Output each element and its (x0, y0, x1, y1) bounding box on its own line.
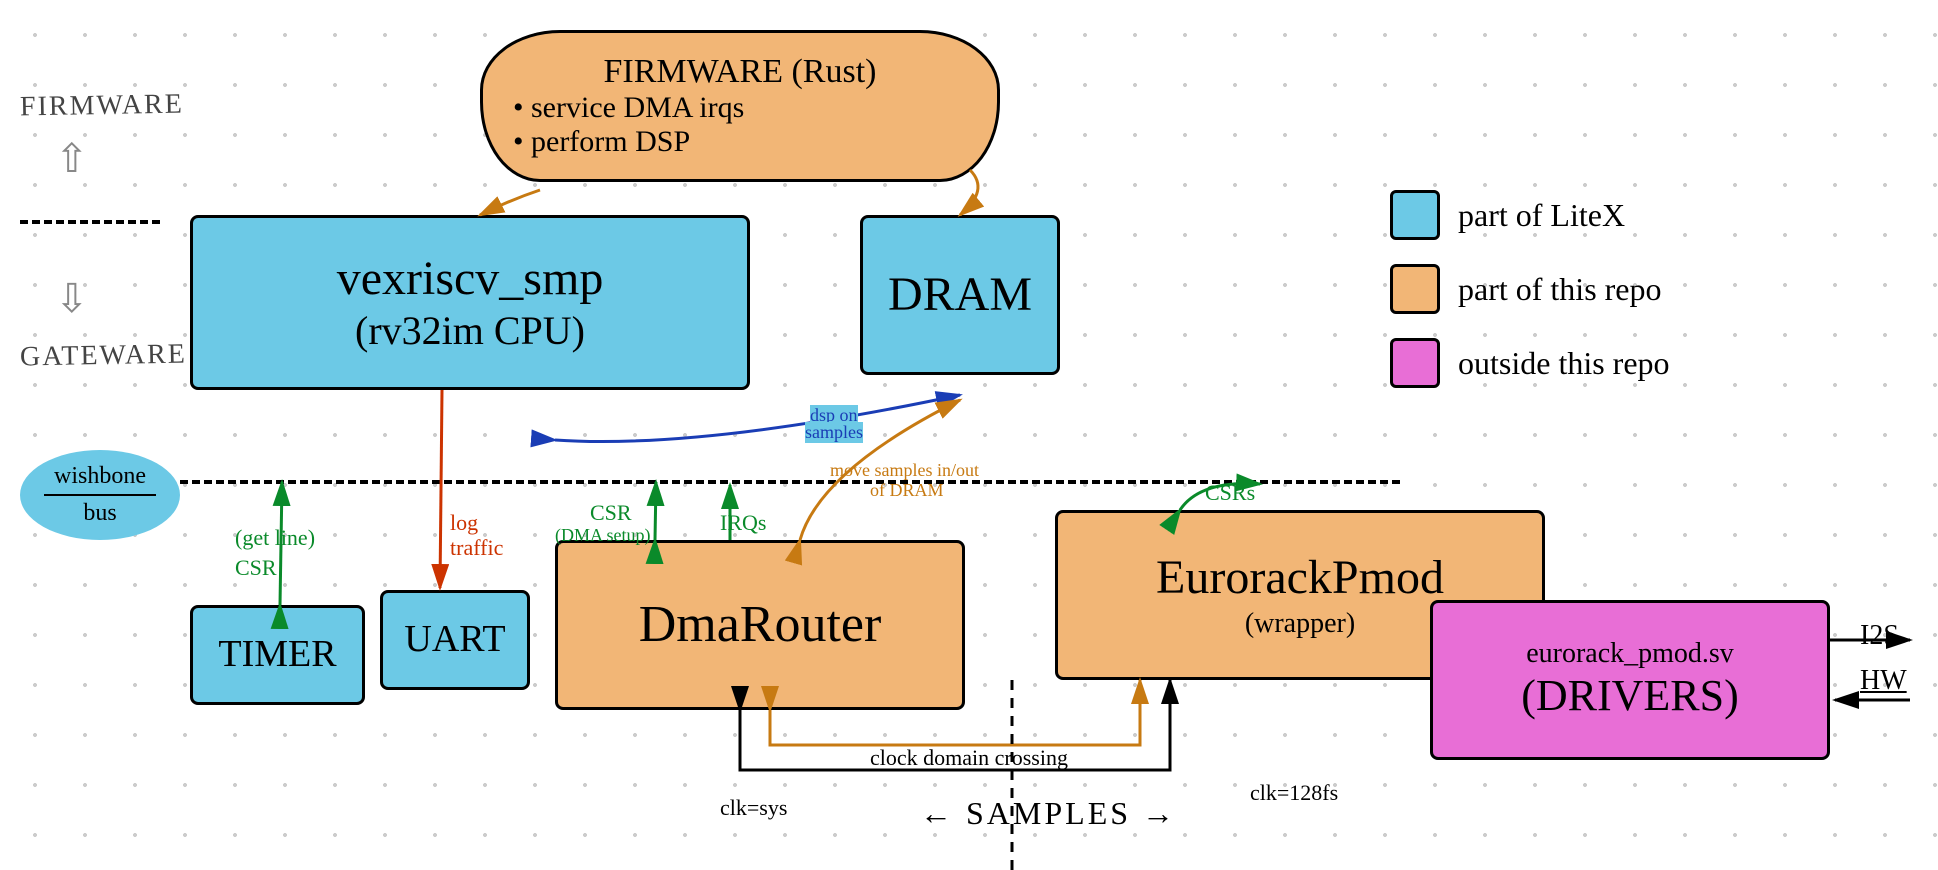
anno-csr-timer: CSR (235, 555, 277, 581)
legend-row-outside: outside this repo (1390, 338, 1670, 388)
legend: part of LiteX part of this repo outside … (1390, 190, 1670, 412)
box-timer: TIMER (190, 605, 365, 705)
anno-clk-sys: clk=sys (720, 795, 787, 821)
anno-log-traffic-1: log (450, 510, 478, 536)
wishbone-bus-label: wishbone bus (20, 450, 180, 540)
anno-irqs: IRQs (720, 510, 766, 536)
legend-swatch-magenta (1390, 338, 1440, 388)
anno-hw: HW (1860, 665, 1907, 697)
anno-csr-dma-2: (DMA setup) (555, 525, 651, 546)
box-dram: DRAM (860, 215, 1060, 375)
legend-row-this-repo: part of this repo (1390, 264, 1670, 314)
anno-i2s: I2S (1860, 620, 1899, 652)
anno-move-1: move samples in/out (830, 460, 979, 481)
anno-csr-dma-1: CSR (590, 500, 632, 526)
box-uart: UART (380, 590, 530, 690)
legend-swatch-orange (1390, 264, 1440, 314)
wishbone-line2: bus (83, 500, 116, 527)
box-dmarouter: DmaRouter (555, 540, 965, 710)
legend-swatch-blue (1390, 190, 1440, 240)
anno-samples-text: SAMPLES (966, 795, 1131, 831)
cpu-line2: (rv32im CPU) (355, 307, 585, 355)
legend-row-litex: part of LiteX (1390, 190, 1670, 240)
anno-get-line: (get line) (235, 525, 315, 551)
arrow-up-icon: ⇧ (55, 135, 89, 182)
label-gateware: GATEWARE (20, 339, 187, 374)
anno-dsp-2: samples (805, 422, 863, 443)
arrow-down-icon: ⇩ (55, 275, 89, 322)
legend-label-this-repo: part of this repo (1458, 271, 1662, 308)
wishbone-divider (44, 494, 156, 496)
anno-csrs: CSRs (1205, 480, 1255, 506)
wishbone-line1: wishbone (54, 463, 146, 490)
label-firmware: FIRMWARE (20, 89, 184, 124)
legend-label-outside: outside this repo (1458, 345, 1670, 382)
anno-move-2: of DRAM (870, 480, 944, 501)
anno-clock-crossing: clock domain crossing (870, 745, 1068, 771)
drivers-line2: (DRIVERS) (1521, 670, 1739, 723)
anno-clk-128fs: clk=128fs (1250, 780, 1338, 806)
anno-log-traffic-2: traffic (450, 535, 503, 561)
cloud-bullet-2: • perform DSP (513, 125, 967, 159)
eurorack-line2: (wrapper) (1245, 607, 1355, 641)
box-drivers: eurorack_pmod.sv (DRIVERS) (1430, 600, 1830, 760)
dmarouter-label: DmaRouter (639, 594, 882, 656)
drivers-line1: eurorack_pmod.sv (1526, 637, 1734, 671)
uart-label: UART (404, 617, 505, 663)
eurorack-line1: EurorackPmod (1156, 549, 1444, 607)
cpu-line1: vexriscv_smp (337, 250, 604, 308)
firmware-gateware-divider (20, 220, 160, 224)
timer-label: TIMER (218, 632, 336, 678)
box-vexriscv-cpu: vexriscv_smp (rv32im CPU) (190, 215, 750, 390)
anno-samples: ← SAMPLES → (920, 795, 1177, 832)
dram-label: DRAM (888, 266, 1032, 324)
legend-label-litex: part of LiteX (1458, 197, 1625, 234)
firmware-cloud: FIRMWARE (Rust) • service DMA irqs • per… (480, 30, 1000, 182)
cloud-title: FIRMWARE (Rust) (513, 53, 967, 91)
cloud-bullet-1: • service DMA irqs (513, 91, 967, 125)
